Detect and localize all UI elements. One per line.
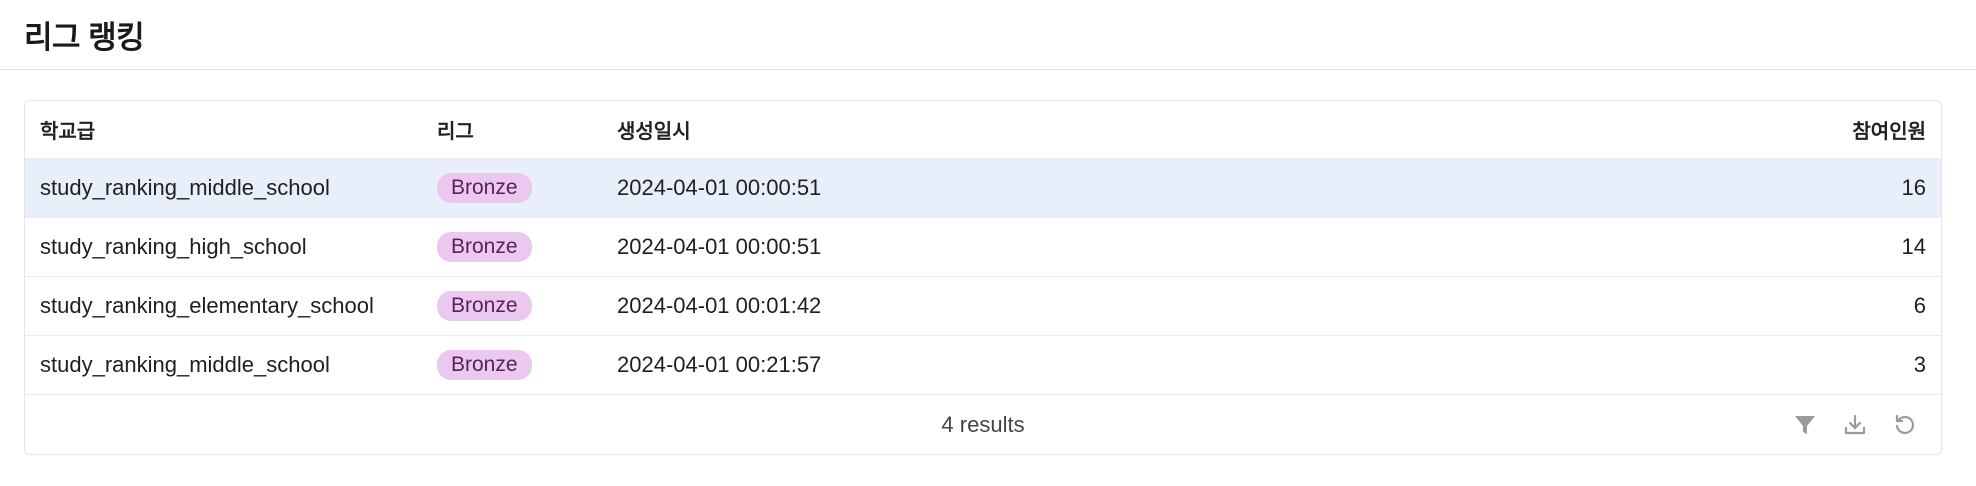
download-icon[interactable] <box>1843 413 1867 437</box>
league-badge: Bronze <box>437 173 532 203</box>
table-row[interactable]: study_ranking_elementary_school Bronze 2… <box>25 277 1941 336</box>
column-header-participants[interactable]: 참여인원 <box>1741 115 1941 144</box>
league-ranking-table: 학교급 리그 생성일시 참여인원 study_ranking_middle_sc… <box>24 100 1942 455</box>
column-header-school[interactable]: 학교급 <box>25 115 437 144</box>
table-row[interactable]: study_ranking_middle_school Bronze 2024-… <box>25 159 1941 218</box>
school-cell: study_ranking_high_school <box>40 234 307 259</box>
table-header: 학교급 리그 생성일시 참여인원 <box>25 101 1941 159</box>
league-cell: Bronze <box>437 350 617 380</box>
league-cell: Bronze <box>437 173 617 203</box>
column-header-created[interactable]: 생성일시 <box>617 115 1741 144</box>
table-toolbar <box>1793 395 1917 454</box>
results-count: 4 results <box>941 411 1025 437</box>
page-title: 리그 랭킹 <box>24 20 145 55</box>
table-footer: 4 results <box>25 395 1941 454</box>
league-cell: Bronze <box>437 232 617 262</box>
created-cell: 2024-04-01 00:00:51 <box>617 234 822 259</box>
created-cell: 2024-04-01 00:01:42 <box>617 293 822 318</box>
school-cell: study_ranking_middle_school <box>40 352 330 377</box>
school-cell: study_ranking_middle_school <box>40 175 330 200</box>
table-row[interactable]: study_ranking_middle_school Bronze 2024-… <box>25 336 1941 395</box>
created-cell: 2024-04-01 00:21:57 <box>617 352 822 377</box>
page-header: 리그 랭킹 <box>0 0 1976 70</box>
school-cell: study_ranking_elementary_school <box>40 293 374 318</box>
participants-cell: 14 <box>1901 234 1926 259</box>
participants-cell: 3 <box>1913 352 1926 377</box>
league-cell: Bronze <box>437 291 617 321</box>
filter-icon[interactable] <box>1793 413 1817 437</box>
league-badge: Bronze <box>437 291 532 321</box>
table-row[interactable]: study_ranking_high_school Bronze 2024-04… <box>25 218 1941 277</box>
participants-cell: 16 <box>1901 175 1926 200</box>
league-badge: Bronze <box>437 350 532 380</box>
created-cell: 2024-04-01 00:00:51 <box>617 175 822 200</box>
refresh-icon[interactable] <box>1893 413 1917 437</box>
league-badge: Bronze <box>437 232 532 262</box>
participants-cell: 6 <box>1913 293 1926 318</box>
column-header-league[interactable]: 리그 <box>437 115 617 144</box>
